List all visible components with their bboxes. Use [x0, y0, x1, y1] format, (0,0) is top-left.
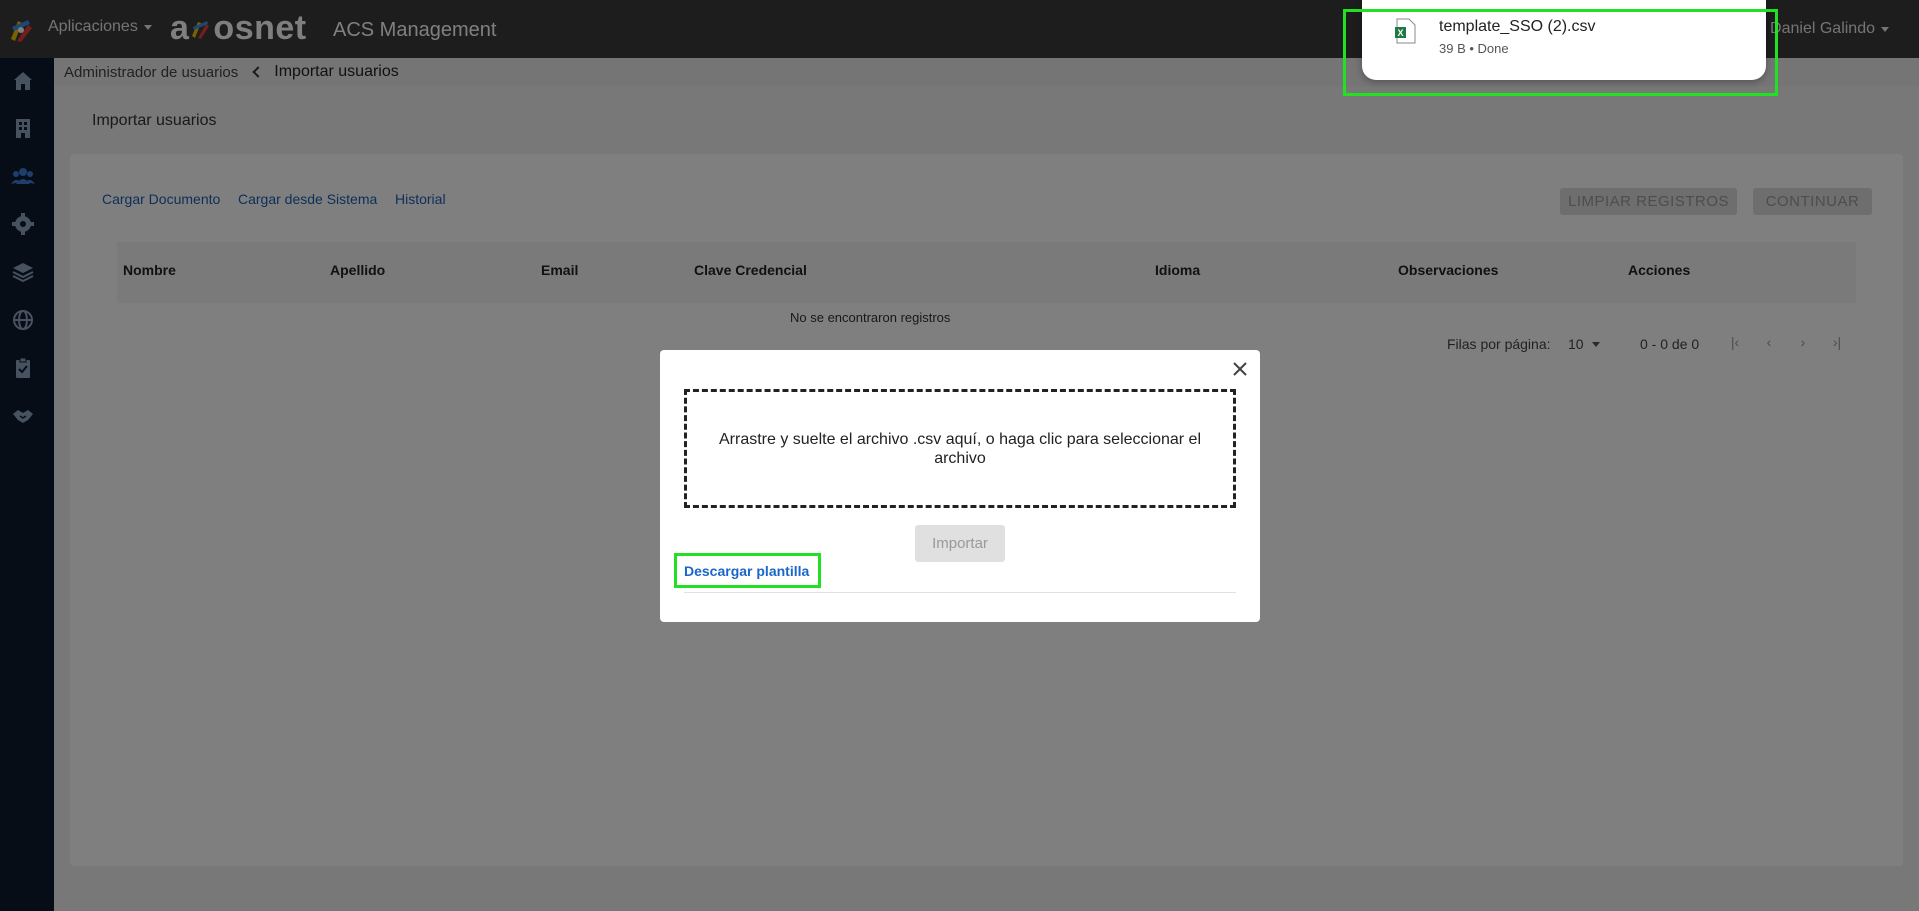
- csv-dropzone[interactable]: Arrastre y suelte el archivo .csv aquí, …: [684, 389, 1236, 508]
- modal-divider: [684, 592, 1236, 593]
- highlight-box: [1343, 9, 1778, 96]
- import-button[interactable]: Importar: [915, 525, 1005, 562]
- highlight-box: [674, 553, 821, 588]
- dropzone-text: Arrastre y suelte el archivo .csv aquí, …: [718, 430, 1201, 467]
- close-icon[interactable]: [1230, 359, 1250, 379]
